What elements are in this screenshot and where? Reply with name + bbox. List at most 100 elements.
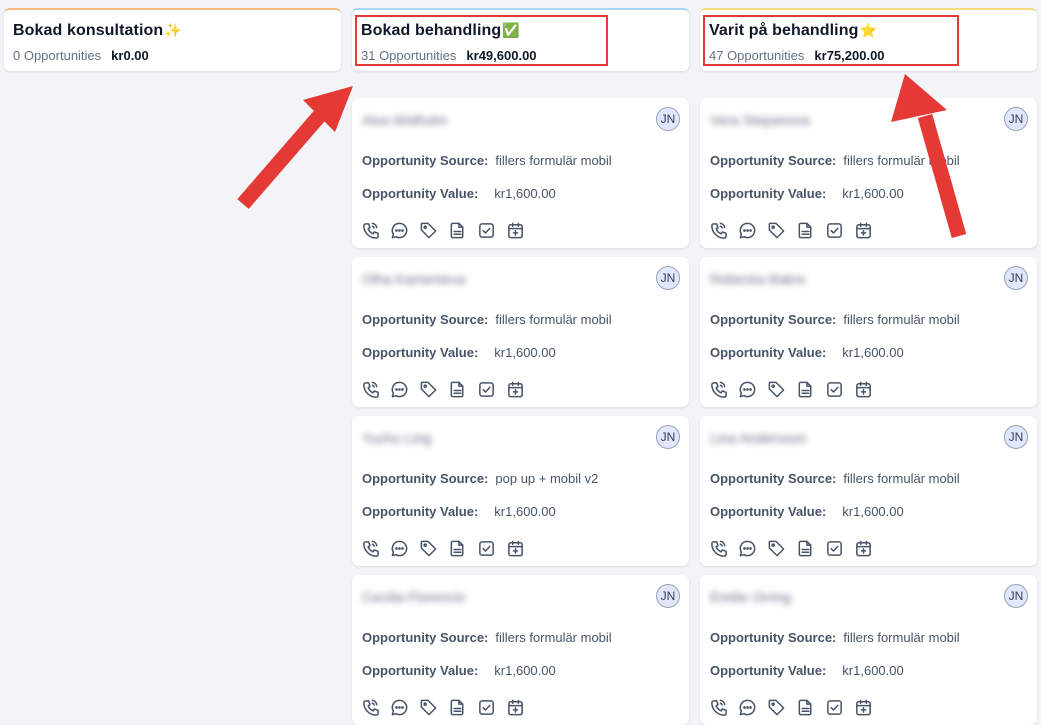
avatar[interactable]: JN [656, 107, 680, 131]
task-check-icon[interactable] [477, 539, 496, 558]
avatar[interactable]: JN [1004, 584, 1028, 608]
phone-icon[interactable] [709, 539, 728, 558]
opportunity-value-field: Opportunity Value: kr1,600.00 [710, 186, 904, 201]
opportunity-card[interactable]: Yuzhu Ling JN Opportunity Source: pop up … [352, 416, 689, 566]
check-mark-icon: ✅ [502, 22, 520, 38]
calendar-add-icon[interactable] [854, 539, 873, 558]
task-check-icon[interactable] [825, 380, 844, 399]
tag-icon[interactable] [767, 380, 786, 399]
opportunity-card[interactable]: Cecilia Florencio JN Opportunity Source:… [352, 575, 689, 725]
opportunity-source-value: fillers formulär mobil [843, 312, 960, 327]
calendar-add-icon[interactable] [506, 539, 525, 558]
calendar-add-icon[interactable] [506, 380, 525, 399]
contact-name[interactable]: Rebecka Bakre [710, 271, 806, 287]
note-icon[interactable] [796, 380, 815, 399]
phone-icon[interactable] [361, 698, 380, 717]
task-check-icon[interactable] [477, 380, 496, 399]
card-actions [361, 698, 525, 717]
opportunity-source-value: fillers formulär mobil [843, 630, 960, 645]
chat-icon[interactable] [390, 698, 409, 717]
phone-icon[interactable] [709, 380, 728, 399]
chat-icon[interactable] [390, 380, 409, 399]
avatar[interactable]: JN [1004, 425, 1028, 449]
opportunity-source-field: Opportunity Source: pop up + mobil v2 [362, 471, 599, 486]
opportunity-source-field: Opportunity Source: fillers formulär mobi… [362, 630, 612, 645]
note-icon[interactable] [448, 539, 467, 558]
task-check-icon[interactable] [477, 221, 496, 240]
opportunity-card[interactable]: Emilie Orring JN Opportunity Source: fill… [700, 575, 1037, 725]
card-actions [709, 380, 873, 399]
column-header-bokad-konsultation[interactable]: Bokad konsultation✨ 0 Opportunities kr0.0… [4, 8, 341, 71]
contact-name[interactable]: Vera Stepanova [710, 112, 810, 128]
tag-icon[interactable] [419, 221, 438, 240]
opportunity-value-field: Opportunity Value: kr1,600.00 [362, 504, 556, 519]
opportunity-card[interactable]: Olha Kamenieva JN Opportunity Source: fil… [352, 257, 689, 407]
column-header-varit-pa-behandling[interactable]: Varit på behandling⭐ 47 Opportunities kr7… [700, 8, 1037, 71]
tag-icon[interactable] [419, 380, 438, 399]
chat-icon[interactable] [738, 380, 757, 399]
phone-icon[interactable] [361, 539, 380, 558]
avatar[interactable]: JN [656, 266, 680, 290]
opportunity-value-field: Opportunity Value: kr1,600.00 [362, 345, 556, 360]
task-check-icon[interactable] [477, 698, 496, 717]
opportunity-card[interactable]: Rebecka Bakre JN Opportunity Source: fill… [700, 257, 1037, 407]
opportunity-count: 31 Opportunities [361, 48, 457, 63]
chat-icon[interactable] [738, 221, 757, 240]
phone-icon[interactable] [361, 221, 380, 240]
chat-icon[interactable] [390, 221, 409, 240]
opportunity-source-field: Opportunity Source: fillers formulär mobi… [362, 312, 612, 327]
avatar[interactable]: JN [1004, 107, 1028, 131]
calendar-add-icon[interactable] [854, 221, 873, 240]
tag-icon[interactable] [767, 221, 786, 240]
calendar-add-icon[interactable] [854, 380, 873, 399]
contact-name[interactable]: Olha Kamenieva [362, 271, 466, 287]
column-header-bokad-behandling[interactable]: Bokad behandling✅ 31 Opportunities kr49,6… [352, 8, 689, 71]
opportunity-card[interactable]: Lina Andersson JN Opportunity Source: fil… [700, 416, 1037, 566]
tag-icon[interactable] [767, 698, 786, 717]
calendar-add-icon[interactable] [506, 221, 525, 240]
contact-name[interactable]: Yuzhu Ling [362, 430, 431, 446]
tag-icon[interactable] [419, 698, 438, 717]
opportunity-count: 0 Opportunities [13, 48, 102, 63]
chat-icon[interactable] [738, 539, 757, 558]
opportunity-card[interactable]: Vera Stepanova JN Opportunity Source: fil… [700, 98, 1037, 248]
contact-name[interactable]: Lina Andersson [710, 430, 807, 446]
note-icon[interactable] [448, 221, 467, 240]
contact-name[interactable]: Alva Widholm [362, 112, 448, 128]
task-check-icon[interactable] [825, 698, 844, 717]
task-check-icon[interactable] [825, 221, 844, 240]
chat-icon[interactable] [390, 539, 409, 558]
sparkles-icon: ✨ [164, 22, 182, 38]
opportunity-source-value: fillers formulär mobil [495, 630, 612, 645]
opportunity-value-field: Opportunity Value: kr1,600.00 [710, 663, 904, 678]
note-icon[interactable] [796, 698, 815, 717]
note-icon[interactable] [448, 380, 467, 399]
note-icon[interactable] [796, 539, 815, 558]
calendar-add-icon[interactable] [854, 698, 873, 717]
opportunity-source-field: Opportunity Source: fillers formulär mobi… [710, 471, 960, 486]
note-icon[interactable] [448, 698, 467, 717]
tag-icon[interactable] [419, 539, 438, 558]
contact-name[interactable]: Cecilia Florencio [362, 589, 465, 605]
task-check-icon[interactable] [825, 539, 844, 558]
calendar-add-icon[interactable] [506, 698, 525, 717]
tag-icon[interactable] [767, 539, 786, 558]
avatar[interactable]: JN [656, 425, 680, 449]
column-meta: 31 Opportunities kr49,600.00 [361, 48, 680, 63]
note-icon[interactable] [796, 221, 815, 240]
column-total-value: kr75,200.00 [814, 48, 885, 63]
avatar[interactable]: JN [1004, 266, 1028, 290]
opportunity-value-amount: kr1,600.00 [494, 345, 556, 360]
chat-icon[interactable] [738, 698, 757, 717]
contact-name[interactable]: Emilie Orring [710, 589, 791, 605]
phone-icon[interactable] [361, 380, 380, 399]
column-title: Bokad behandling✅ [361, 22, 520, 39]
opportunity-source-value: fillers formulär mobil [843, 153, 960, 168]
phone-icon[interactable] [709, 221, 728, 240]
card-actions [361, 380, 525, 399]
opportunity-source-field: Opportunity Source: fillers formulär mobi… [710, 153, 960, 168]
phone-icon[interactable] [709, 698, 728, 717]
avatar[interactable]: JN [656, 584, 680, 608]
opportunity-source-value: fillers formulär mobil [495, 312, 612, 327]
opportunity-card[interactable]: Alva Widholm JN Opportunity Source: fille… [352, 98, 689, 248]
